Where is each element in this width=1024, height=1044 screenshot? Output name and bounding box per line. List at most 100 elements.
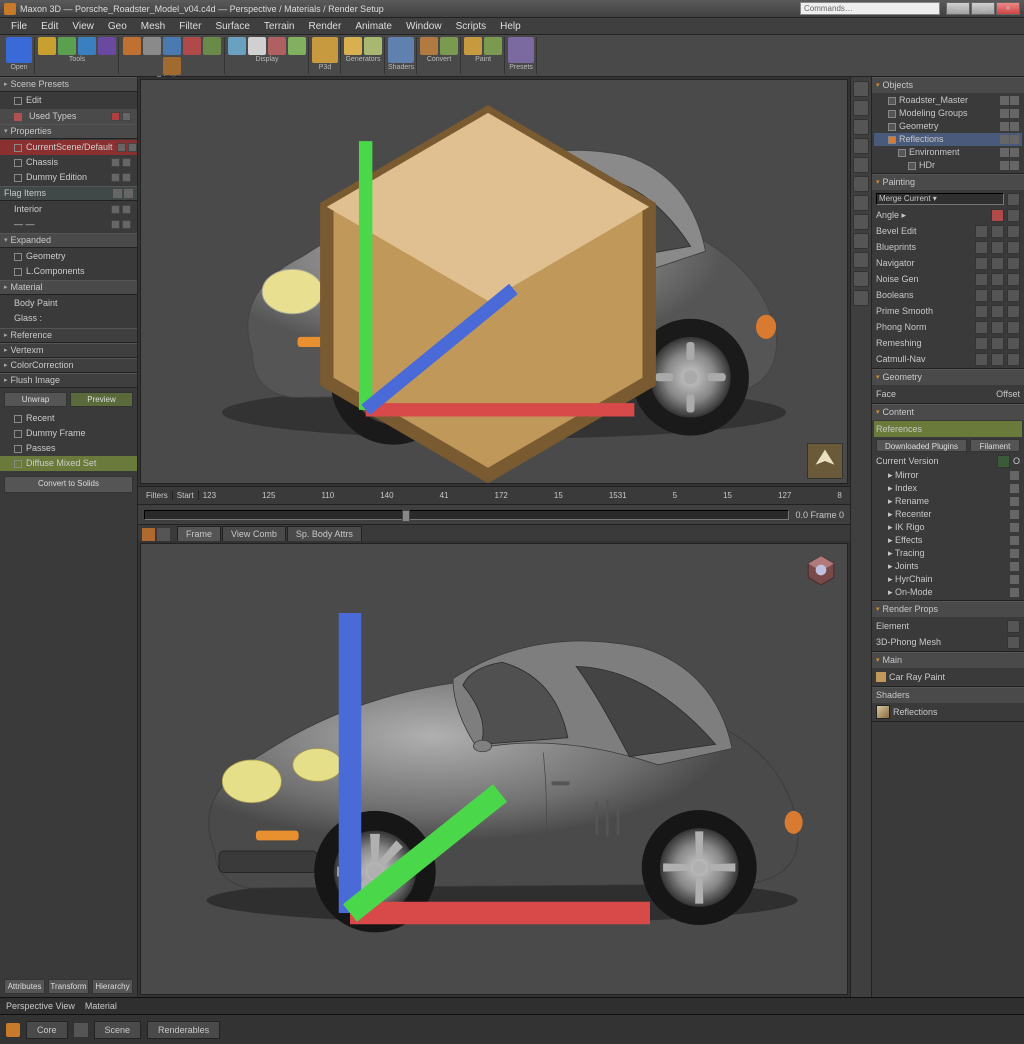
layer-item[interactable]: Dummy Edition — [0, 170, 137, 185]
paint-row[interactable]: Blueprints — [874, 239, 1022, 255]
menu-view[interactable]: View — [65, 19, 101, 34]
shader-header[interactable]: Shaders — [872, 688, 1024, 703]
mode-icon-4[interactable] — [853, 157, 869, 173]
tab-renderables[interactable]: Renderables — [147, 1021, 220, 1039]
ribbon-icon[interactable] — [484, 37, 502, 55]
content-item[interactable]: ▸ Index — [874, 482, 1022, 495]
mode-icon-8[interactable] — [853, 233, 869, 249]
menu-surface[interactable]: Surface — [208, 19, 256, 34]
ribbon-icon[interactable] — [420, 37, 438, 55]
painting-header[interactable]: ▾Painting — [872, 175, 1024, 190]
mode-icon-9[interactable] — [853, 252, 869, 268]
expanded-header[interactable]: ▾Expanded — [0, 233, 137, 248]
tab-plugins[interactable]: Downloaded Plugins — [876, 439, 967, 452]
tab-hierarchy[interactable]: Hierarchy — [92, 979, 133, 994]
mode-icon-3[interactable] — [853, 138, 869, 154]
ribbon-icon[interactable] — [508, 37, 534, 63]
ribbon-icon[interactable] — [203, 37, 221, 55]
lowlist-item[interactable]: Recent — [0, 411, 137, 426]
nav-compass-icon[interactable] — [807, 443, 843, 479]
ribbon-icon[interactable] — [388, 37, 414, 63]
paint-row[interactable]: Navigator — [874, 255, 1022, 271]
mode-icon-2[interactable] — [853, 119, 869, 135]
main-header[interactable]: ▾Main — [872, 653, 1024, 668]
ribbon-icon[interactable] — [228, 37, 246, 55]
paint-row[interactable]: Prime Smooth — [874, 303, 1022, 319]
maximize-button[interactable]: □ — [971, 2, 995, 15]
ribbon-icon[interactable] — [38, 37, 56, 55]
content-item[interactable]: ▸ Effects — [874, 534, 1022, 547]
lowlist-item[interactable]: Passes — [0, 441, 137, 456]
mode-icon-0[interactable] — [853, 81, 869, 97]
menu-file[interactable]: File — [4, 19, 34, 34]
object-tree-item[interactable]: Roadster_Master — [874, 94, 1022, 107]
material-item[interactable]: Body Paint — [0, 296, 137, 311]
ribbon-icon[interactable] — [163, 37, 181, 55]
material-header[interactable]: ▸Material — [0, 280, 137, 295]
split-icon[interactable] — [74, 1023, 88, 1037]
lowlist-item[interactable]: Dummy Frame — [0, 426, 137, 441]
object-tree-item[interactable]: Geometry — [874, 120, 1022, 133]
menu-filter[interactable]: Filter — [172, 19, 208, 34]
ribbon-icon[interactable] — [143, 37, 161, 55]
menu-mesh[interactable]: Mesh — [134, 19, 172, 34]
ribbon-icon[interactable] — [268, 37, 286, 55]
paint-row[interactable]: Remeshing — [874, 335, 1022, 351]
menu-window[interactable]: Window — [399, 19, 449, 34]
ribbon-icon[interactable] — [58, 37, 76, 55]
layer-item[interactable]: Chassis — [0, 155, 137, 170]
flag-items-header[interactable]: Flag Items — [0, 186, 137, 201]
tab-filament[interactable]: Filament — [970, 439, 1020, 452]
angle-picker-icon[interactable] — [991, 209, 1004, 222]
ribbon-icon[interactable] — [98, 37, 116, 55]
renderprops-header[interactable]: ▾Render Props — [872, 602, 1024, 617]
material-swatch-icon[interactable] — [876, 672, 886, 682]
objects-header[interactable]: ▾Objects — [872, 78, 1024, 93]
shader-preview-icon[interactable] — [876, 705, 890, 719]
content-header[interactable]: ▾Content — [872, 405, 1024, 420]
unwrap-button[interactable]: Unwrap — [4, 392, 67, 407]
menu-render[interactable]: Render — [302, 19, 349, 34]
extra-section[interactable]: ▸ColorCorrection — [0, 358, 137, 373]
object-tree-item[interactable]: Modeling Groups — [874, 107, 1022, 120]
viewport-top[interactable] — [140, 79, 848, 484]
paint-row[interactable]: Catmull-Nav — [874, 351, 1022, 367]
paint-row[interactable]: Noise Gen — [874, 271, 1022, 287]
tab-transform[interactable]: Transform — [48, 979, 89, 994]
extra-section[interactable]: ▸Flush Image — [0, 373, 137, 388]
lowlist-item[interactable]: Diffuse Mixed Set — [0, 456, 137, 471]
minimize-button[interactable]: - — [946, 2, 970, 15]
menu-scripts[interactable]: Scripts — [449, 19, 494, 34]
used-types-row[interactable]: Used Types — [0, 109, 137, 124]
ribbon-icon[interactable] — [364, 37, 382, 55]
menu-edit[interactable]: Edit — [34, 19, 65, 34]
command-search[interactable]: Commands… — [800, 2, 940, 15]
paint-row[interactable]: Bevel Edit — [874, 223, 1022, 239]
content-item[interactable]: ▸ HyrChain — [874, 573, 1022, 586]
preview-button[interactable]: Preview — [70, 392, 133, 407]
ribbon-icon[interactable] — [123, 37, 141, 55]
content-item[interactable]: ▸ Recenter — [874, 508, 1022, 521]
ribbon-icon[interactable] — [163, 57, 181, 75]
ribbon-icon[interactable] — [312, 37, 338, 63]
mode-icon-7[interactable] — [853, 214, 869, 230]
menu-terrain[interactable]: Terrain — [257, 19, 302, 34]
content-item[interactable]: ▸ On-Mode — [874, 586, 1022, 599]
content-item[interactable]: ▸ IK Rigo — [874, 521, 1022, 534]
menu-animate[interactable]: Animate — [348, 19, 399, 34]
expand-item[interactable]: L.Components — [0, 264, 137, 279]
extra-section[interactable]: ▸Reference — [0, 328, 137, 343]
convert-solids-button[interactable]: Convert to Solids — [4, 476, 133, 493]
ribbon-icon[interactable] — [248, 37, 266, 55]
toggle-icon[interactable] — [997, 455, 1010, 468]
close-button[interactable]: × — [996, 2, 1020, 15]
ribbon-icon[interactable] — [464, 37, 482, 55]
properties-header[interactable]: ▾Properties — [0, 124, 137, 139]
edit-tab[interactable]: Edit — [0, 93, 137, 108]
content-item[interactable]: ▸ Tracing — [874, 547, 1022, 560]
scene-presets-header[interactable]: ▸Scene Presets — [0, 77, 137, 92]
ribbon-icon[interactable] — [78, 37, 96, 55]
content-item[interactable]: ▸ Mirror — [874, 469, 1022, 482]
material-item[interactable]: Glass : — [0, 311, 137, 326]
ribbon-icon[interactable] — [344, 37, 362, 55]
